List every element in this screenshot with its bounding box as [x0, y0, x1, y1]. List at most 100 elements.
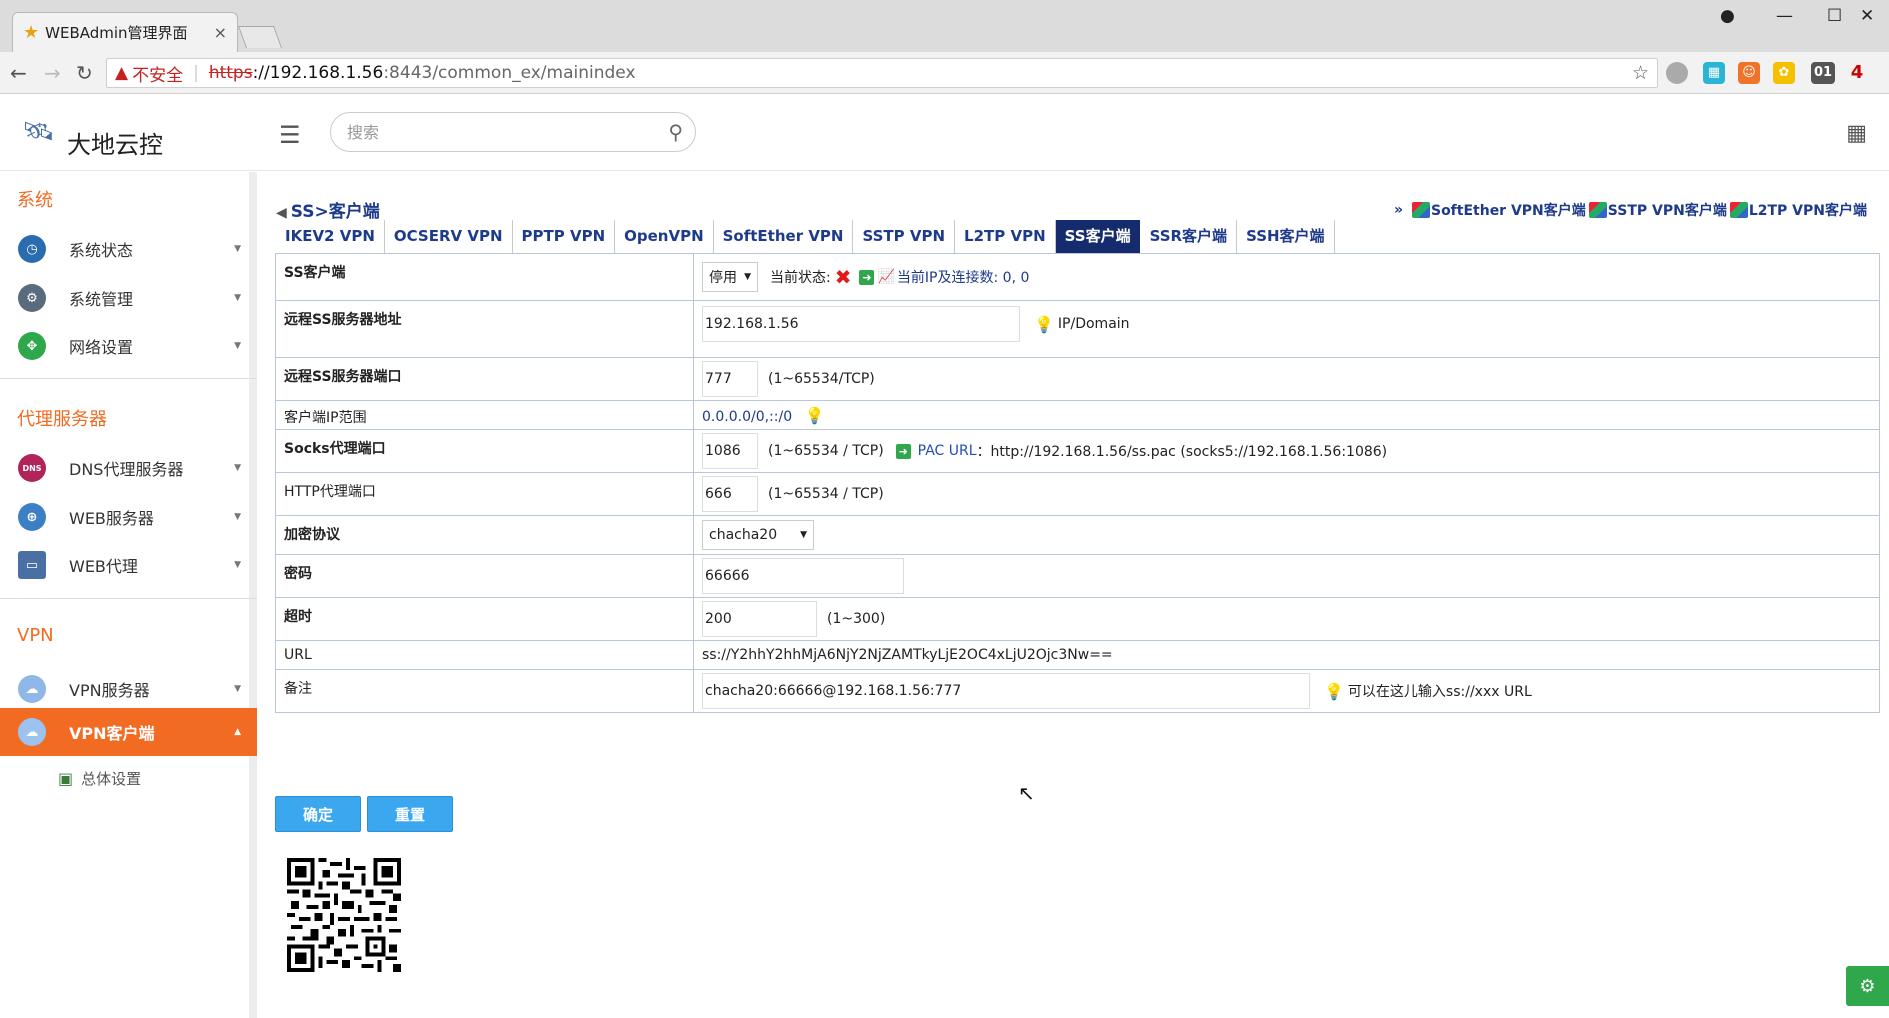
sidebar-item-web-proxy[interactable]: ▭ WEB代理 ▼: [0, 542, 257, 588]
sidebar-item-vpn-client[interactable]: ☁ VPN客户端 ▲: [0, 708, 257, 756]
reset-button[interactable]: 重置: [367, 796, 453, 832]
form-row-http-port: HTTP代理端口 (1~65534 / TCP): [275, 472, 1880, 516]
search-icon[interactable]: ⚲: [668, 120, 683, 144]
tab-softether[interactable]: SoftEther VPN: [714, 220, 854, 253]
confirm-button[interactable]: 确定: [275, 796, 361, 832]
status-label: 当前状态:: [770, 270, 831, 286]
search-input[interactable]: [345, 122, 645, 143]
close-window-icon[interactable]: ✕: [1860, 6, 1874, 26]
select-value: chacha20: [709, 527, 778, 543]
timeout-hint: (1~300): [827, 611, 886, 627]
form-row-note: 备注 💡 可以在这儿输入ss://xxx URL: [275, 669, 1880, 713]
sidebar-item-system-admin[interactable]: ⚙ 系统管理 ▼: [0, 275, 257, 321]
field-label: 备注: [275, 669, 694, 713]
sidebar-item-dns-proxy[interactable]: DNS DNS代理服务器 ▼: [0, 445, 257, 491]
ss-client-form: SS客户端 停用 ▼ 当前状态: ✖ ➜ 📈 当前IP及连接数: 0, 0 远程S…: [275, 253, 1880, 713]
field-value: (1~65534 / TCP): [693, 472, 1880, 516]
note-input[interactable]: [702, 673, 1310, 709]
tab-openvpn[interactable]: OpenVPN: [615, 220, 714, 253]
field-label: 远程SS服务器端口: [275, 357, 694, 401]
field-label: 远程SS服务器地址: [275, 300, 694, 358]
forward-icon[interactable]: →: [44, 61, 61, 85]
hamburger-menu-icon[interactable]: ☰: [279, 121, 301, 149]
sidebar-item-system-status[interactable]: ◷ 系统状态 ▼: [0, 226, 257, 272]
extension-01-icon[interactable]: 01: [1811, 62, 1835, 84]
tab-ikev2[interactable]: IKEV2 VPN: [276, 220, 385, 253]
sidebar-item-web-server[interactable]: ⊕ WEB服务器 ▼: [0, 494, 257, 540]
settings-monitor-icon: ▣: [58, 769, 74, 788]
quick-link-l2tp[interactable]: L2TP VPN客户端: [1729, 200, 1867, 220]
settings-gear-button[interactable]: ⚙: [1846, 966, 1889, 1006]
chevron-down-icon: ▼: [234, 512, 241, 522]
tab-ssr-client[interactable]: SSR客户端: [1141, 220, 1238, 253]
new-tab-button[interactable]: [237, 26, 283, 48]
tab-close-icon[interactable]: ×: [214, 23, 227, 42]
network-icon: ✥: [18, 332, 46, 360]
bookmark-star-icon[interactable]: ☆: [1632, 62, 1649, 84]
quick-link-softether[interactable]: SoftEther VPN客户端: [1411, 200, 1586, 220]
sidebar-item-label: 系统管理: [69, 290, 134, 309]
cipher-select[interactable]: chacha20 ▼: [702, 520, 814, 550]
sidebar-subitem-general-settings[interactable]: ▣ 总体设置: [58, 768, 141, 789]
chevron-down-icon: ▼: [800, 530, 807, 540]
form-row-cipher: 加密协议 chacha20 ▼: [275, 515, 1880, 555]
main-content: ◀ SS>客户端 » SoftEther VPN客户端 SSTP VPN客户端 L…: [266, 172, 1889, 1018]
chevron-down-icon: ▼: [234, 463, 241, 473]
back-icon[interactable]: ←: [10, 61, 27, 85]
server-port-input[interactable]: [702, 361, 758, 397]
http-port-input[interactable]: [702, 476, 758, 512]
ip-range-link[interactable]: 0.0.0.0/0,::/0: [702, 409, 792, 425]
server-address-input[interactable]: [702, 306, 1020, 342]
logo-icon: 🛰: [22, 117, 56, 147]
form-row-timeout: 超时 (1~300): [275, 597, 1880, 641]
tab-l2tp[interactable]: L2TP VPN: [955, 220, 1056, 253]
sidebar-item-vpn-server[interactable]: ☁ VPN服务器 ▼: [0, 666, 257, 712]
socks-port-input[interactable]: [702, 433, 758, 469]
ss-client-enable-select[interactable]: 停用 ▼: [702, 262, 758, 292]
gear-icon: ⚙: [18, 284, 46, 312]
reload-icon[interactable]: ↻: [76, 61, 93, 85]
vpn-tabs: IKEV2 VPN OCSERV VPN PPTP VPN OpenVPN So…: [276, 220, 1335, 253]
pac-url-label[interactable]: PAC URL: [918, 443, 977, 459]
vpn-client-icon: [1729, 202, 1748, 218]
extension-flower-icon[interactable]: ✿: [1773, 62, 1795, 84]
sidebar-item-label: VPN服务器: [69, 681, 150, 700]
url-field[interactable]: ▲ 不安全 | https ://192.168.1.56 :8443/comm…: [106, 58, 1658, 88]
field-label: 密码: [275, 554, 694, 598]
browser-tab-title: WEBAdmin管理界面: [45, 24, 188, 42]
sidebar-item-label: WEB代理: [69, 557, 138, 576]
tab-ocserv[interactable]: OCSERV VPN: [385, 220, 513, 253]
extension-face-icon[interactable]: ☺: [1738, 62, 1760, 84]
field-label: 加密协议: [275, 515, 694, 555]
refresh-arrow-icon[interactable]: ➜: [859, 269, 875, 285]
maximize-icon[interactable]: ☐: [1827, 6, 1842, 26]
password-input[interactable]: [702, 558, 904, 594]
tab-pptp[interactable]: PPTP VPN: [513, 220, 616, 253]
extension-circle-icon[interactable]: [1666, 62, 1688, 84]
extension-badge-icon[interactable]: 4: [1846, 62, 1868, 84]
quick-link-sstp[interactable]: SSTP VPN客户端: [1588, 200, 1727, 220]
lightbulb-icon: 💡: [1324, 681, 1344, 701]
browser-tab[interactable]: ★ WEBAdmin管理界面 ×: [12, 12, 238, 52]
extension-grid-icon[interactable]: ▦: [1703, 62, 1725, 84]
www-icon: ⊕: [18, 503, 46, 531]
ip-connections-link[interactable]: 当前IP及连接数: 0, 0: [897, 267, 1029, 287]
sidebar-section-system: 系统: [17, 190, 53, 211]
sidebar-item-label: 系统状态: [69, 241, 134, 260]
form-row-server-address: 远程SS服务器地址 💡 IP/Domain: [275, 300, 1880, 358]
apps-grid-icon[interactable]: ▦: [1846, 121, 1867, 146]
sidebar-item-network[interactable]: ✥ 网络设置 ▼: [0, 323, 257, 369]
monitor-icon: ▭: [18, 551, 46, 579]
search-box[interactable]: ⚲: [330, 112, 696, 152]
tab-ssh-client[interactable]: SSH客户端: [1237, 220, 1335, 253]
vpn-client-icon: [1588, 202, 1607, 218]
address-bar-row: ← → ↻ ▲ 不安全 | https ://192.168.1.56 :844…: [0, 52, 1889, 94]
cloud-icon: ☁: [18, 718, 46, 746]
tab-sstp[interactable]: SSTP VPN: [853, 220, 956, 253]
profile-icon[interactable]: ●: [1720, 6, 1735, 26]
minimize-icon[interactable]: —: [1776, 6, 1793, 26]
field-value: (1~65534/TCP): [693, 357, 1880, 401]
timeout-input[interactable]: [702, 601, 817, 637]
url-path: :8443/common_ex/mainindex: [383, 63, 636, 83]
tab-ss-client[interactable]: SS客户端: [1055, 220, 1140, 253]
